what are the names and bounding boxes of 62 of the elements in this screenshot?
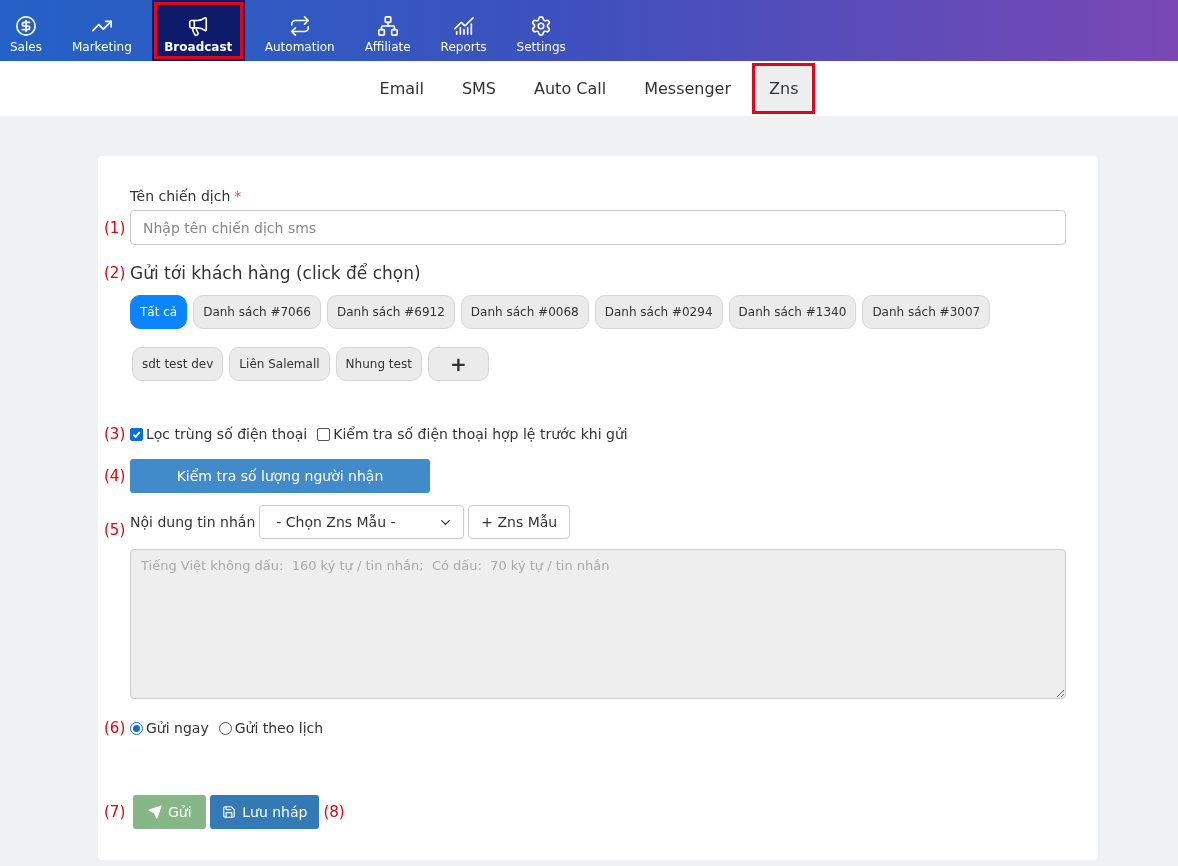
nav-label: Sales <box>10 40 42 54</box>
megaphone-icon <box>187 15 210 37</box>
save-draft-button[interactable]: Lưu nháp <box>210 795 320 829</box>
nav-item[interactable]: Automation <box>254 0 345 61</box>
sub-tab[interactable]: SMS <box>444 63 514 114</box>
checkbox-label: Lọc trùng số điện thoại <box>146 426 308 442</box>
checkbox[interactable] <box>317 427 331 441</box>
annotation-marker: (7) <box>104 803 126 821</box>
sub-tab[interactable]: Email <box>362 63 441 114</box>
field-label: Tên chiến dịch * <box>130 188 243 204</box>
nav-label: Automation <box>264 40 335 54</box>
hierarchy-icon <box>376 15 399 37</box>
settings-icon <box>530 15 553 37</box>
radio-label: Gửi theo lịch <box>234 720 324 736</box>
nav-item[interactable]: Broadcast <box>151 0 245 61</box>
annotation-marker: (3) <box>104 425 127 443</box>
campaign-name-field[interactable]: Nhập tên chiến dịch sms <box>130 210 1066 245</box>
nav-item[interactable]: Marketing <box>61 0 142 61</box>
list-chip[interactable]: Liên Salemall <box>229 347 330 381</box>
list-chip[interactable]: Danh sách #6912 <box>327 295 455 329</box>
radio-button[interactable] <box>218 721 232 735</box>
message-textarea[interactable]: Tiếng Việt không dấu: 160 ký tự / tin nhắn; Có dấu: 70 ký tự / tin nhắn <box>130 549 1066 699</box>
list-chip[interactable]: Danh sách #1340 <box>728 295 857 329</box>
nav-item[interactable]: Affiliate <box>354 0 421 61</box>
template-select[interactable]: - Chọn Zns Mẫu - <box>259 505 465 539</box>
add-template-button[interactable]: + Zns Mẫu <box>468 505 571 539</box>
nav-item[interactable]: Sales <box>0 0 52 61</box>
repeat-icon <box>288 15 311 37</box>
sub-tab[interactable]: Auto Call <box>517 63 624 114</box>
radio-button[interactable] <box>130 721 143 735</box>
list-chip[interactable]: Tất cả <box>130 295 188 329</box>
sub-tab[interactable]: Zns <box>752 63 816 114</box>
add-list-button[interactable]: + <box>427 347 489 381</box>
nav-label: Broadcast <box>164 40 233 54</box>
bar-chart-icon <box>452 15 475 37</box>
annotation-marker: (2) <box>104 264 127 282</box>
nav-label: Affiliate <box>364 40 411 54</box>
field-label: Nội dung tin nhắn <box>130 514 256 530</box>
check-recipients-button[interactable]: Kiểm tra số lượng người nhận <box>130 459 430 493</box>
list-chip[interactable]: Danh sách #0294 <box>594 295 723 329</box>
nav-item[interactable]: Reports <box>430 0 497 61</box>
nav-item[interactable]: Settings <box>506 0 576 61</box>
radio-label: Gửi ngay <box>146 720 209 736</box>
list-chip[interactable]: Danh sách #3007 <box>862 295 991 329</box>
list-chip[interactable]: sdt test dev <box>132 347 224 381</box>
list-chip[interactable]: Nhung test <box>335 347 422 381</box>
dollar-icon <box>14 15 37 37</box>
annotation-marker: (5) <box>104 521 127 539</box>
annotation-marker: (6) <box>104 719 127 737</box>
section-heading: Gửi tới khách hàng (click để chọn) <box>130 263 422 283</box>
annotation-marker: (1) <box>104 218 127 237</box>
checkbox-label: Kiểm tra số điện thoại hợp lệ trước khi gửi <box>333 426 628 442</box>
annotation-marker: (4) <box>104 467 127 485</box>
sub-tab[interactable]: Messenger <box>627 63 749 114</box>
list-chip[interactable]: Danh sách #7066 <box>193 295 321 329</box>
nav-label: Marketing <box>71 40 132 54</box>
annotation-marker: (8) <box>323 803 345 821</box>
checkbox[interactable] <box>130 427 143 441</box>
nav-label: Settings <box>516 40 566 54</box>
list-chip[interactable]: Danh sách #0068 <box>460 295 589 329</box>
paper-plane-icon <box>147 805 162 819</box>
nav-label: Reports <box>440 40 487 54</box>
